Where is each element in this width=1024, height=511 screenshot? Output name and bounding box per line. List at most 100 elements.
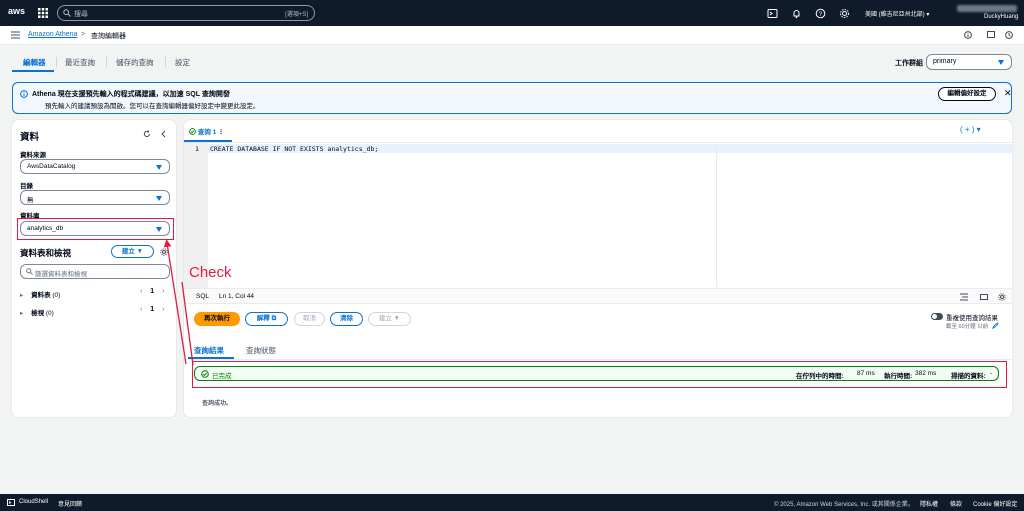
query-tab[interactable]: 查詢 1 ⋮ [189,126,225,136]
caret-right-icon: ▸ [20,292,24,299]
history-icon[interactable] [1005,31,1013,39]
flash-body: 預先輸入的建議預設為開啟。您可以在查詢編輯器偏好設定中變更此設定。 [45,103,260,110]
tables-pager: ‹ 1 › [140,288,165,295]
editor-tabs: 編輯器 最近查詢 儲存的查詢 設定 [0,45,1024,77]
reuse-results-toggle[interactable] [931,313,943,320]
sql-code[interactable]: CREATE DATABASE IF NOT EXISTS analytics_… [210,145,378,153]
info-flashbar: Athena 現在支援預先輸入的程式碼建議，以加速 SQL 查詢開發 預先輸入的… [12,82,1012,114]
result-highlight-box [192,361,1007,388]
line-number: 1 [195,145,199,153]
menu-icon[interactable] [11,31,20,39]
chevron-down-icon [156,196,162,201]
edit-icon[interactable] [992,322,999,329]
table-filter-placeholder: 篩選資料表和檢視 [35,271,87,278]
workgroup-select[interactable]: primary [926,54,1012,70]
prev-page-icon[interactable]: ‹ [140,288,142,295]
breadcrumb-current: 查詢編輯器 [91,33,126,40]
cloudshell-link[interactable]: CloudShell [19,499,48,505]
active-tab-indicator [12,70,54,72]
top-navigation-bar: aws 搜尋 [選項+S] ? 美國 (維吉尼亞州北部) ▾ DuckyHuan… [0,0,1024,26]
edit-preferences-button[interactable]: 編輯偏好設定 [938,87,996,101]
cancel-button[interactable]: 取消 [294,312,325,326]
search-placeholder: 搜尋 [74,11,88,18]
sql-editor[interactable]: 1 CREATE DATABASE IF NOT EXISTS analytic… [184,142,1012,288]
print-margin [716,142,717,287]
data-source-select[interactable]: AwsDataCatalog [20,159,170,174]
gear-icon[interactable] [998,293,1006,301]
query-success-message: 查詢成功。 [202,401,233,407]
search-icon [26,268,33,275]
cookie-preferences-link[interactable]: Cookie 偏好設定 [973,499,1017,508]
table-filter-input[interactable]: 篩選資料表和檢視 [20,264,170,279]
tables-count: (0) [52,292,61,299]
cloudshell-icon[interactable] [767,8,778,19]
region-selector[interactable]: 美國 (維吉尼亞州北部) ▾ [865,9,929,18]
search-icon [63,9,71,17]
breadcrumb-athena[interactable]: Amazon Athena [28,31,77,38]
account-menu[interactable]: DuckyHuang [984,14,1018,20]
tab-settings[interactable]: 設定 [175,57,190,68]
data-panel-title: 資料 [20,132,40,143]
tab-recent-queries[interactable]: 最近查詢 [65,57,95,68]
services-grid-icon[interactable] [38,8,48,18]
catalog-label: 目錄 [20,183,33,190]
aws-logo[interactable]: aws [8,6,26,20]
gear-icon[interactable] [160,248,168,256]
tables-views-title: 資料表和檢視 [20,248,72,258]
explain-button[interactable]: 解釋 ⧉ [245,312,288,326]
tab-query-results[interactable]: 查詢結果 [194,345,224,356]
console-footer: CloudShell 意見回饋 © 2025, Amazon Web Servi… [0,494,1024,511]
tree-item-tables[interactable]: ▸ 資料表 (0) [20,289,60,299]
external-link-icon: ⧉ [271,315,277,322]
terms-link[interactable]: 條款 [950,499,962,508]
more-actions-icon[interactable]: ⋮ [218,129,225,136]
catalog-select[interactable]: 無 [20,190,170,205]
copyright: © 2025, Amazon Web Services, Inc. 或其關係企業… [774,502,914,508]
next-page-icon[interactable]: › [162,306,164,313]
info-icon [20,90,28,98]
keyboard-icon[interactable] [980,293,988,301]
feedback-link[interactable]: 意見回饋 [58,499,82,508]
tab-divider [56,57,57,67]
search-shortcut: [選項+S] [285,12,308,18]
bell-icon[interactable] [791,8,802,19]
format-icon[interactable] [960,293,968,301]
annotation-check-label: Check [189,264,232,281]
breadcrumb-bar: Amazon Athena > 查詢編輯器 [0,26,1024,45]
chevron-down-icon [998,60,1004,65]
close-icon[interactable]: ✕ [1004,88,1012,99]
views-label: 檢視 [31,310,45,317]
cloudshell-icon[interactable] [7,499,15,506]
create-button[interactable]: 建立 ▼ [111,245,154,258]
add-query-tab[interactable]: ( + ) ▾ [960,125,981,134]
prev-page-icon[interactable]: ‹ [140,306,142,313]
next-page-icon[interactable]: › [162,288,164,295]
refresh-icon[interactable] [143,130,151,138]
info-icon[interactable] [964,31,972,39]
run-again-button[interactable]: 再次執行 [194,312,240,326]
views-pager: ‹ 1 › [140,306,165,313]
account-id-redacted [957,5,1017,12]
create-dropdown-button[interactable]: 建立 ▼ [368,312,411,326]
global-search-input[interactable]: 搜尋 [選項+S] [57,5,315,21]
workgroup-value: primary [933,58,957,65]
privacy-link[interactable]: 隱私權 [920,499,938,508]
tab-divider [165,57,166,67]
tab-editor[interactable]: 編輯器 [23,57,46,68]
page-number: 1 [150,306,155,313]
chevron-down-icon [156,165,162,170]
check-circle-icon [189,128,196,135]
breadcrumb-separator: > [81,31,86,38]
cursor-position: Ln 1, Col 44 [219,293,255,300]
tab-saved-queries[interactable]: 儲存的查詢 [116,57,154,68]
tab-query-status[interactable]: 查詢狀態 [246,345,276,356]
gear-icon[interactable] [839,8,850,19]
tree-item-views[interactable]: ▸ 檢視 (0) [20,307,54,317]
tables-label: 資料表 [31,292,51,299]
collapse-icon[interactable] [160,130,168,138]
help-icon[interactable]: ? [815,8,826,19]
reuse-results-label: 重複使用查詢結果 [946,315,998,322]
feedback-icon[interactable] [987,31,995,39]
clear-button[interactable]: 清除 [330,312,363,326]
result-tab-divider [184,359,1012,360]
